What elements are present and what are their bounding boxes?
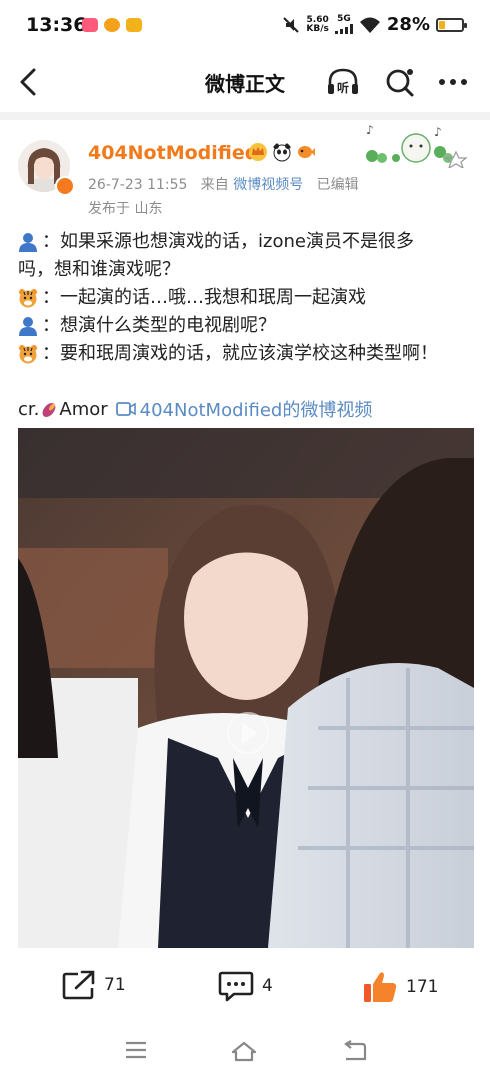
post-source-link[interactable]: 微博视频号 [233, 177, 303, 193]
status-bar: 13:36 5.60 KB/s 5G 28% [0, 0, 490, 52]
like-count: 171 [406, 977, 439, 997]
post-date: 26-7-23 11:55 [88, 177, 188, 193]
user-badges [248, 142, 316, 162]
decoration-clover-icon: ♪ ♪ [366, 123, 468, 168]
like-button[interactable]: 171 [362, 970, 438, 1004]
tiger-emoji-icon [19, 289, 37, 308]
repost-count: 71 [104, 975, 126, 995]
battery-percent: 28% [386, 14, 430, 35]
wifi-icon [359, 17, 380, 33]
text-line: 吗，想和谁演戏呢？ [18, 256, 478, 284]
credit-name: Amor [59, 398, 108, 420]
battery-icon [436, 17, 467, 32]
fish-badge-icon [298, 146, 315, 158]
message-notification-icon [126, 18, 142, 32]
top-nav: 微博正文 听 [0, 52, 490, 112]
speed-unit: KB/s [306, 23, 329, 34]
system-nav-bar [0, 1020, 490, 1080]
menu-icon[interactable] [124, 1040, 148, 1060]
thumbs-up-icon [364, 972, 397, 1002]
text-line-4: ：想演什么类型的电视剧呢？ [42, 315, 276, 336]
signal-bars-icon [334, 24, 353, 34]
comment-icon [218, 971, 254, 1002]
text-line-5: ：要和珉周演戏的话，就应该演学校这种类型啊！ [42, 343, 438, 364]
mute-icon [283, 16, 300, 33]
comment-button[interactable]: 4 [218, 970, 273, 1002]
cell-signal: 5G [334, 14, 353, 34]
text-line: ：想演什么类型的电视剧呢？ [18, 312, 478, 340]
post-meta: 26-7-23 11:55 来自 微博视频号 已编辑 [88, 174, 359, 194]
panda-badge-icon [273, 143, 291, 162]
post-text: ：如果采源也想演戏的话，izone演员不是很多 吗，想和谁演戏呢？ ：一起演的话… [18, 228, 478, 368]
status-time: 13:36 [26, 14, 87, 36]
action-bar: 71 4 171 [0, 958, 490, 1018]
network-speed: 5.60 KB/s [306, 15, 329, 34]
back-nav-icon[interactable] [342, 1040, 368, 1062]
notification-icons [82, 18, 142, 32]
network-type: 5G [337, 14, 351, 24]
battery-fill [439, 20, 445, 29]
repost-button[interactable]: 71 [62, 970, 126, 1000]
tiger-emoji-icon [19, 345, 37, 364]
post-location: 发布于 山东 [88, 201, 163, 217]
status-right: 5.60 KB/s 5G 28% [282, 14, 467, 35]
repost-icon [62, 970, 95, 1000]
video-link[interactable]: 404NotModified的微博视频 [140, 396, 373, 422]
listen-label: 听 [337, 80, 349, 95]
text-line-1: ：如果采源也想演戏的话，izone演员不是很多 [42, 231, 414, 252]
sweet-potato-emoji-icon [42, 403, 56, 417]
video-link-icon [115, 402, 136, 416]
edited-label[interactable]: 已编辑 [317, 177, 359, 193]
crown-badge-icon [249, 143, 267, 161]
svg-text:♪: ♪ [434, 125, 442, 139]
person-emoji-icon [19, 317, 37, 336]
section-divider [0, 112, 490, 120]
person-emoji-icon [19, 233, 37, 252]
username[interactable]: 404NotModified [88, 142, 258, 164]
comment-count: 4 [262, 976, 273, 996]
text-line: ：一起演的话…哦…我想和珉周一起演戏 [18, 284, 478, 312]
svg-text:♪: ♪ [366, 123, 374, 137]
video-player[interactable] [18, 428, 474, 948]
text-line: ：如果采源也想演戏的话，izone演员不是很多 [18, 228, 478, 256]
credit-prefix: cr. [18, 398, 40, 420]
credit-line: cr. Amor 404NotModified的微博视频 [18, 396, 372, 422]
text-line: ：要和珉周演戏的话，就应该演学校这种类型啊！ [18, 340, 478, 368]
home-icon[interactable] [230, 1040, 258, 1062]
more-icon[interactable] [436, 66, 470, 98]
listen-button[interactable]: 听 [326, 66, 360, 98]
source-prefix: 来自 [200, 177, 229, 193]
text-line-2: 吗，想和谁演戏呢？ [18, 259, 180, 280]
search-icon[interactable] [383, 66, 417, 98]
video-frame-image [18, 428, 474, 948]
app-notification-icon [82, 18, 98, 32]
weibo-notification-icon [104, 18, 120, 32]
text-line-3: ：一起演的话…哦…我想和珉周一起演戏 [42, 287, 366, 308]
verified-badge-icon [55, 176, 75, 196]
